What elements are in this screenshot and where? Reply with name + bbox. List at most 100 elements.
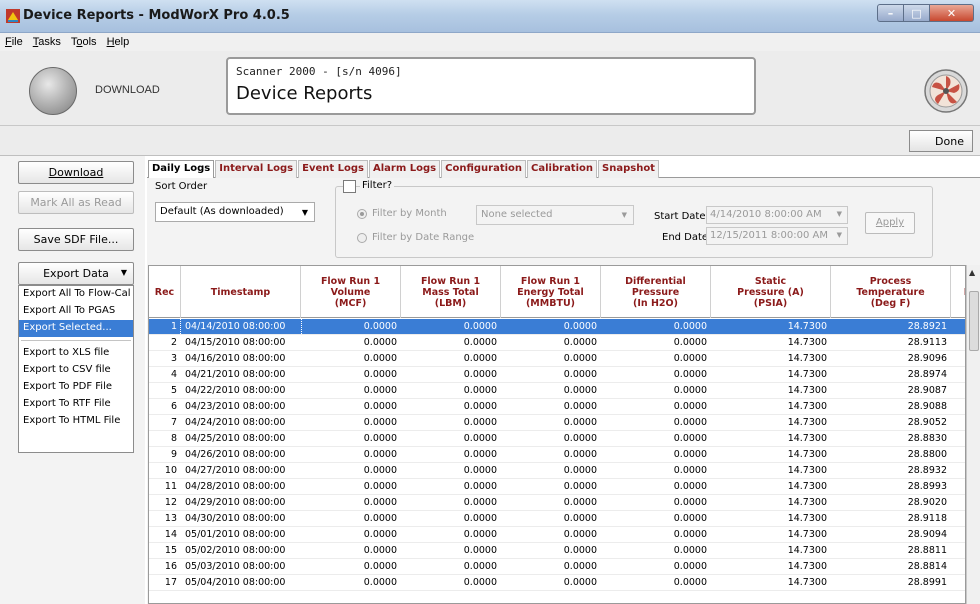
table-cell: 28.9113: [907, 337, 947, 348]
download-circle-button[interactable]: [29, 67, 77, 115]
table-cell: 04/25/2010 08:00:00: [185, 433, 286, 444]
menu-tasks[interactable]: Tasks: [28, 33, 66, 51]
dropdown-arrow-icon: ▼: [301, 208, 308, 217]
table-cell: 0.0000: [363, 433, 397, 444]
scroll-up-icon[interactable]: ▲: [969, 268, 975, 277]
table-row[interactable]: 10 04/27/2010 08:00:00 0.0000 0.0000 0.0000 0…: [149, 463, 965, 479]
tab-daily-logs[interactable]: Daily Logs: [148, 160, 215, 178]
sort-order-select[interactable]: Default (As downloaded) ▼: [155, 202, 315, 222]
export-menu-item[interactable]: Export To PDF File: [19, 379, 133, 396]
mark-all-read-button[interactable]: Mark All as Read: [18, 191, 134, 214]
table-cell: 0.0000: [563, 545, 597, 556]
column-header[interactable]: Flow Run 1 Mass Total (LBM): [401, 266, 501, 318]
column-header[interactable]: Flow Run 1 Energy Total (MMBTU): [501, 266, 601, 318]
table-cell: 04/27/2010 08:00:00: [185, 465, 286, 476]
table-cell: 0.0000: [563, 529, 597, 540]
month-select[interactable]: None selected ▼: [476, 205, 634, 225]
end-date-value: 12/15/2011 8:00:00 AM: [710, 230, 829, 241]
export-menu-item[interactable]: Export Selected...: [19, 320, 133, 337]
export-menu-item[interactable]: Export to XLS file: [19, 345, 133, 362]
table-row[interactable]: 15 05/02/2010 08:00:00 0.0000 0.0000 0.0000 0…: [149, 543, 965, 559]
apply-button[interactable]: Apply: [865, 212, 915, 234]
column-header[interactable]: Static Pressure (A) (PSIA): [711, 266, 831, 318]
table-cell: 28.9020: [907, 497, 947, 508]
table-cell: 2: [170, 337, 177, 348]
column-header[interactable]: Process Temperature (Deg F): [831, 266, 951, 318]
table-row[interactable]: 17 05/04/2010 08:00:00 0.0000 0.0000 0.0000 0…: [149, 575, 965, 591]
table-cell: 14.7300: [787, 545, 827, 556]
table-row[interactable]: 4 04/21/2010 08:00:00 0.0000 0.0000 0.0000 0.…: [149, 367, 965, 383]
filter-by-month-radio[interactable]: [357, 209, 367, 219]
export-menu-item[interactable]: Export To HTML File: [19, 413, 133, 430]
table-row[interactable]: 1 04/14/2010 08:00:00 0.0000 0.0000 0.0000 0.…: [149, 318, 965, 336]
table-cell: 0.0000: [563, 513, 597, 524]
table-cell: 15: [164, 545, 177, 556]
done-button[interactable]: Done: [909, 130, 973, 152]
table-row[interactable]: 5 04/22/2010 08:00:00 0.0000 0.0000 0.0000 0.…: [149, 383, 965, 399]
tab-snapshot[interactable]: Snapshot: [598, 160, 659, 178]
vertical-scrollbar[interactable]: ▲: [966, 265, 980, 604]
table-cell: 0.0000: [363, 545, 397, 556]
scroll-thumb[interactable]: [969, 291, 979, 351]
table-row[interactable]: 3 04/16/2010 08:00:00 0.0000 0.0000 0.0000 0.…: [149, 351, 965, 367]
table-row[interactable]: 2 04/15/2010 08:00:00 0.0000 0.0000 0.0000 0.…: [149, 335, 965, 351]
table-cell: 0.0000: [673, 369, 707, 380]
column-header[interactable]: I: [951, 266, 965, 318]
table-cell: 0.0000: [673, 449, 707, 460]
start-date-value: 4/14/2010 8:00:00 AM: [710, 209, 822, 220]
table-cell: 0.0000: [673, 513, 707, 524]
table-cell: 0.0000: [463, 385, 497, 396]
table-cell: 0.0000: [563, 497, 597, 508]
column-header[interactable]: Differential Pressure (In H2O): [601, 266, 711, 318]
tab-interval-logs[interactable]: Interval Logs: [215, 160, 298, 178]
menu-help[interactable]: Help: [102, 33, 135, 51]
table-row[interactable]: 14 05/01/2010 08:00:00 0.0000 0.0000 0.0000 0…: [149, 527, 965, 543]
export-data-button[interactable]: Export Data ▼: [18, 262, 134, 285]
table-row[interactable]: 12 04/29/2010 08:00:00 0.0000 0.0000 0.0000 0…: [149, 495, 965, 511]
table-row[interactable]: 6 04/23/2010 08:00:00 0.0000 0.0000 0.0000 0.…: [149, 399, 965, 415]
column-header[interactable]: Rec: [149, 266, 181, 318]
export-menu-item[interactable]: Export All To PGAS: [19, 303, 133, 320]
dropdown-arrow-icon: ▼: [120, 268, 127, 277]
menu-file[interactable]: File: [0, 33, 28, 51]
filter-by-range-radio[interactable]: [357, 233, 367, 243]
table-row[interactable]: 8 04/25/2010 08:00:00 0.0000 0.0000 0.0000 0.…: [149, 431, 965, 447]
table-cell: 0.0000: [363, 385, 397, 396]
table-row[interactable]: 9 04/26/2010 08:00:00 0.0000 0.0000 0.0000 0.…: [149, 447, 965, 463]
start-date-field[interactable]: 4/14/2010 8:00:00 AM ▼: [706, 206, 848, 224]
table-row[interactable]: 11 04/28/2010 08:00:00 0.0000 0.0000 0.0000 0…: [149, 479, 965, 495]
tab-calibration[interactable]: Calibration: [527, 160, 598, 178]
close-button[interactable]: ✕: [930, 4, 974, 22]
table-cell: 14.7300: [787, 321, 827, 332]
table-cell: 11: [164, 481, 177, 492]
table-row[interactable]: 16 05/03/2010 08:00:00 0.0000 0.0000 0.0000 0…: [149, 559, 965, 575]
table-row[interactable]: 7 04/24/2010 08:00:00 0.0000 0.0000 0.0000 0.…: [149, 415, 965, 431]
minimize-button[interactable]: –: [877, 4, 904, 22]
table-cell: 0.0000: [463, 369, 497, 380]
table-cell: 14.7300: [787, 433, 827, 444]
save-sdf-button[interactable]: Save SDF File...: [18, 228, 134, 251]
table-cell: 14.7300: [787, 353, 827, 364]
column-header[interactable]: Timestamp: [181, 266, 301, 318]
filter-by-month-label: Filter by Month: [372, 208, 447, 219]
download-button[interactable]: Download: [18, 161, 134, 184]
maximize-button[interactable]: □: [904, 4, 930, 22]
table-cell: 04/16/2010 08:00:00: [185, 353, 286, 364]
table-cell: 0.0000: [563, 369, 597, 380]
filter-checkbox[interactable]: [343, 180, 356, 193]
tab-event-logs[interactable]: Event Logs: [298, 160, 369, 178]
export-menu-item[interactable]: Export to CSV file: [19, 362, 133, 379]
end-date-field[interactable]: 12/15/2011 8:00:00 AM ▼: [706, 227, 848, 245]
column-header[interactable]: Flow Run 1 Volume (MCF): [301, 266, 401, 318]
menu-tools[interactable]: Tools: [66, 33, 102, 51]
tab-configuration[interactable]: Configuration: [441, 160, 527, 178]
table-cell: 28.9096: [907, 353, 947, 364]
table-cell: 28.8830: [907, 433, 947, 444]
export-menu-item[interactable]: Export All To Flow-Cal: [19, 286, 133, 303]
table-cell: 3: [170, 353, 177, 364]
table-cell: 0.0000: [463, 417, 497, 428]
export-menu-item[interactable]: Export To RTF File: [19, 396, 133, 413]
window-controls: – □ ✕: [877, 4, 974, 22]
table-row[interactable]: 13 04/30/2010 08:00:00 0.0000 0.0000 0.0000 0…: [149, 511, 965, 527]
tab-alarm-logs[interactable]: Alarm Logs: [369, 160, 441, 178]
